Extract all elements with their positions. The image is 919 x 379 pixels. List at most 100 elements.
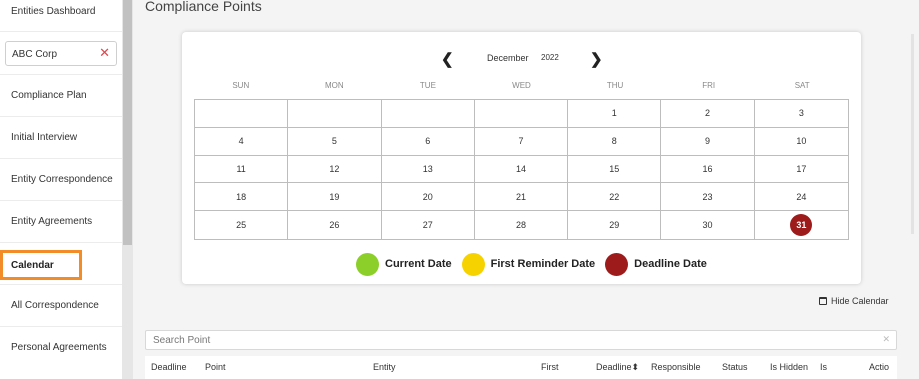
day-number: 13	[422, 163, 433, 174]
calendar-day-cell[interactable]: 13	[381, 155, 475, 184]
sidebar-item-entity-agreements[interactable]: Entity Agreements	[0, 216, 122, 228]
calendar-day-cell[interactable]: 11	[195, 155, 289, 184]
column-header[interactable]: Entity	[373, 362, 396, 372]
legend-dot	[356, 252, 379, 276]
sidebar-item-label: Calendar	[11, 260, 54, 271]
legend-dot	[461, 252, 485, 276]
day-number: 1	[611, 108, 617, 119]
calendar-day-cell[interactable]: 4	[195, 127, 289, 156]
day-number: 5	[331, 136, 337, 147]
legend-item-first-reminder: First Reminder Date	[461, 252, 595, 276]
legend-item-current-date: Current Date	[356, 252, 452, 276]
month-navigation: ❮ December 2022 ❯	[0, 48, 919, 68]
calendar-day-cell[interactable]: 16	[661, 155, 755, 184]
calendar-legend: Current Date First Reminder Date Deadlin…	[356, 252, 717, 276]
day-number: 10	[796, 136, 807, 147]
calendar-day-cell[interactable]: 10	[754, 128, 848, 156]
weekday-label: WED	[512, 81, 531, 90]
day-number: 19	[329, 191, 340, 202]
sidebar-divider	[0, 326, 122, 327]
close-icon[interactable]: ✕	[882, 334, 890, 345]
column-header[interactable]: Responsible	[651, 362, 701, 372]
column-header-label: Deadline	[596, 362, 632, 372]
calendar-day-cell[interactable]: 3	[754, 100, 848, 128]
day-number: 11	[236, 163, 246, 174]
sidebar-item-calendar[interactable]: Calendar	[0, 250, 82, 280]
calendar-day-cell[interactable]: 20	[381, 183, 475, 212]
year-label: 2022	[541, 53, 559, 62]
calendar-day-cell[interactable]: 1	[568, 100, 662, 128]
calendar-day-cell[interactable]: 5	[288, 127, 382, 156]
weekday-label: MON	[325, 81, 344, 90]
column-header-sorted[interactable]: Deadline⬍	[596, 362, 639, 373]
sidebar-item-compliance-plan[interactable]: Compliance Plan	[0, 90, 122, 102]
day-number: 4	[238, 136, 244, 147]
column-header[interactable]: Deadline	[151, 362, 187, 372]
sidebar-item-initial-interview[interactable]: Initial Interview	[0, 132, 122, 144]
day-number: 25	[236, 220, 247, 231]
hide-calendar-button[interactable]: Hide Calendar	[819, 296, 889, 306]
calendar-day-cell[interactable]: 17	[754, 156, 848, 184]
calendar-day-cell[interactable]: 18	[195, 183, 289, 212]
day-number: 16	[702, 163, 713, 174]
column-header[interactable]: Actio	[869, 362, 889, 372]
sort-icon: ⬍	[631, 362, 640, 372]
day-number: 3	[798, 108, 804, 119]
chevron-left-icon[interactable]: ❮	[441, 50, 454, 68]
calendar-day-cell[interactable]: 28	[475, 211, 569, 239]
sidebar-item-all-correspondence[interactable]: All Correspondence	[0, 300, 122, 312]
day-number: 21	[515, 191, 526, 202]
calendar-day-cell[interactable]: 7	[474, 127, 569, 156]
calendar-icon	[819, 297, 827, 305]
day-number: 6	[425, 136, 431, 147]
day-number: 2	[705, 108, 711, 119]
calendar-day-cell[interactable]: 9	[661, 127, 755, 156]
sidebar-item-entity-correspondence[interactable]: Entity Correspondence	[0, 174, 122, 186]
day-number: 14	[515, 163, 526, 174]
search-point-input[interactable]: Search Point ✕	[145, 330, 897, 350]
day-number: 28	[515, 220, 526, 231]
calendar-day-cell[interactable]: 21	[474, 183, 569, 212]
calendar-day-cell[interactable]: 6	[381, 127, 475, 156]
sidebar-divider	[0, 200, 122, 201]
chevron-right-icon[interactable]: ❯	[590, 50, 603, 68]
calendar-day-cell[interactable]: 23	[661, 183, 755, 212]
calendar-day-cell[interactable]: 2	[661, 100, 755, 128]
sidebar-divider	[0, 31, 122, 32]
calendar-day-cell[interactable]: 30	[661, 211, 755, 239]
hide-calendar-label: Hide Calendar	[831, 296, 889, 306]
day-number: 12	[329, 163, 340, 174]
calendar-day-cell[interactable]: 22	[568, 183, 662, 212]
sidebar-item-entities-dashboard[interactable]: Entities Dashboard	[0, 6, 122, 18]
calendar-day-cell[interactable]: 27	[382, 211, 475, 239]
column-header[interactable]: Status	[722, 362, 748, 372]
calendar-day-cell[interactable]: 12	[288, 155, 382, 184]
day-number: 17	[796, 163, 807, 174]
calendar-day-cell[interactable]: 31	[755, 211, 848, 239]
calendar-empty-cell	[195, 100, 289, 128]
column-header[interactable]: Is Hidden	[770, 362, 808, 372]
weekday-label: TUE	[419, 81, 436, 90]
calendar-day-cell[interactable]: 24	[754, 183, 848, 212]
search-point-placeholder: Search Point	[153, 335, 211, 346]
page-scrollbar-thumb[interactable]	[911, 34, 914, 234]
calendar-day-cell[interactable]: 8	[568, 127, 662, 156]
column-header[interactable]: Is	[820, 362, 827, 372]
calendar-empty-cell	[288, 100, 382, 128]
sidebar-divider	[0, 242, 122, 243]
calendar-day-cell[interactable]: 25	[195, 211, 289, 239]
sidebar-scrollbar-thumb[interactable]	[123, 0, 132, 245]
page-scrollbar[interactable]	[909, 0, 919, 379]
calendar-day-cell[interactable]: 14	[474, 155, 569, 184]
column-header[interactable]: First	[541, 362, 559, 372]
sidebar-item-personal-agreements[interactable]: Personal Agreements	[0, 342, 122, 354]
calendar-day-cell[interactable]: 19	[288, 183, 382, 212]
sidebar-divider	[0, 74, 122, 75]
column-header[interactable]: Point	[205, 362, 226, 372]
calendar-day-cell[interactable]: 29	[568, 211, 662, 239]
weekday-label: SUN	[232, 81, 250, 90]
calendar-day-cell[interactable]: 15	[568, 155, 662, 184]
calendar-day-cell[interactable]: 26	[288, 211, 382, 239]
weekday-label: SAT	[794, 81, 810, 90]
day-number: 22	[609, 191, 620, 202]
